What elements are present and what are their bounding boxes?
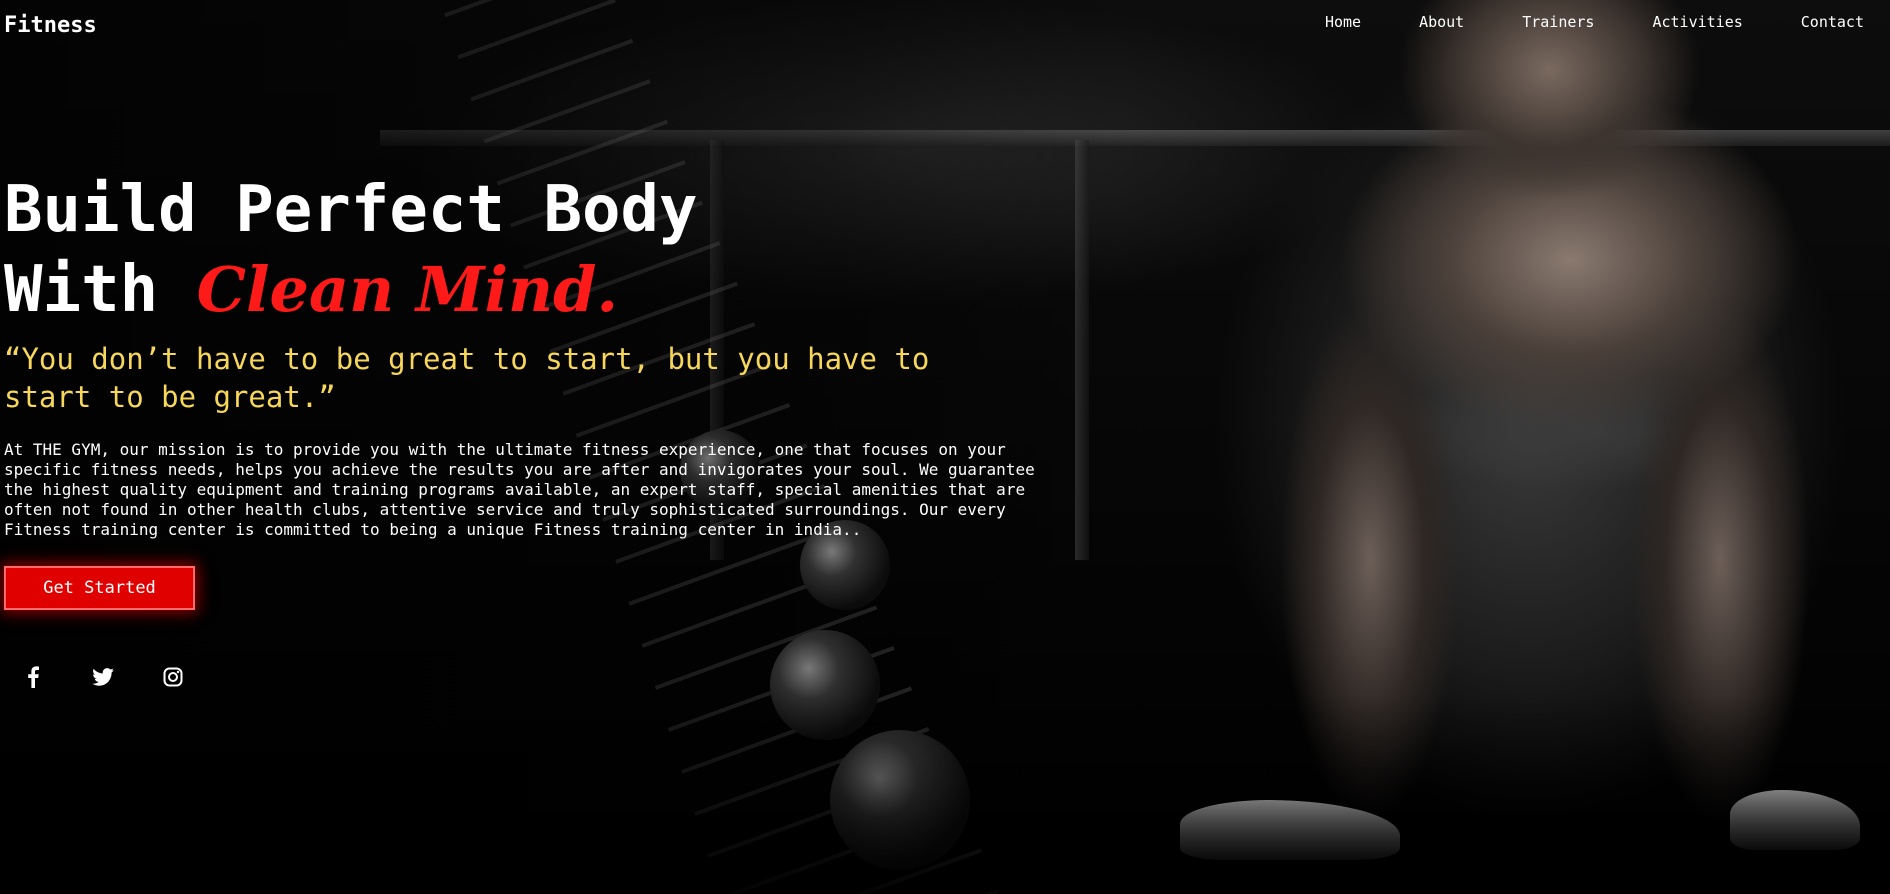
main-nav: Home About Trainers Activities Contact: [1325, 13, 1864, 31]
site-header: Fitness Home About Trainers Activities C…: [0, 0, 1890, 50]
social-links: [22, 666, 184, 688]
site-logo[interactable]: Fitness: [4, 13, 97, 38]
hero-quote: “You don’t have to be great to start, bu…: [4, 342, 930, 414]
nav-about[interactable]: About: [1419, 13, 1464, 31]
twitter-icon[interactable]: [92, 666, 114, 688]
nav-home[interactable]: Home: [1325, 13, 1361, 31]
hero-title: Build Perfect Body With Clean Mind.: [4, 170, 1064, 330]
get-started-button[interactable]: Get Started: [4, 566, 195, 610]
instagram-icon[interactable]: [162, 666, 184, 688]
hero-title-line1: Build Perfect Body: [4, 173, 698, 247]
hero-title-prefix: With: [4, 253, 197, 327]
facebook-icon[interactable]: [22, 666, 44, 688]
hero-section: Build Perfect Body With Clean Mind. “You…: [4, 170, 1064, 610]
nav-trainers[interactable]: Trainers: [1522, 13, 1594, 31]
nav-contact[interactable]: Contact: [1801, 13, 1864, 31]
nav-activities[interactable]: Activities: [1652, 13, 1742, 31]
hero-description: At THE GYM, our mission is to provide yo…: [4, 440, 1035, 539]
hero-title-accent: Clean Mind.: [196, 253, 619, 326]
